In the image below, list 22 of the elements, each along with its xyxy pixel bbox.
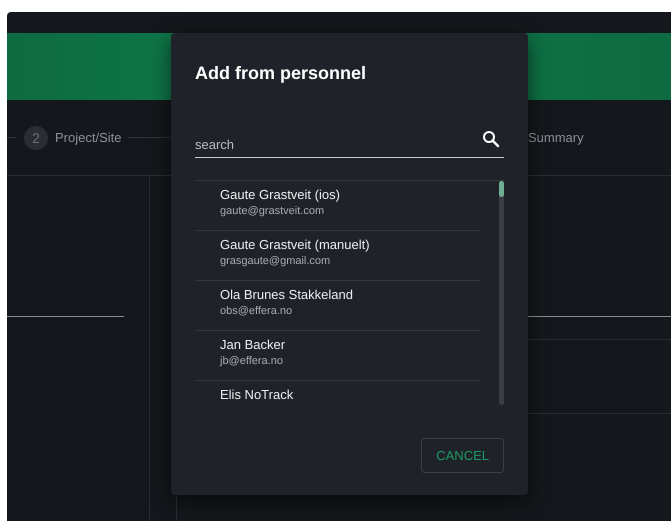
person-email: grasgaute@gmail.com xyxy=(220,255,332,267)
person-name: Jan Backer xyxy=(220,337,286,352)
person-name: Gaute Grastveit (manuelt) xyxy=(220,237,371,252)
person-name: Ola Brunes Stakkeland xyxy=(220,287,354,302)
person-item[interactable]: Gaute Grastveit (manuelt) grasgaute@gmail.com xyxy=(195,231,480,281)
person-item[interactable]: Gaute Grastveit (ios) gaute@grastveit.com xyxy=(195,181,480,231)
person-name: Gaute Grastveit (ios) xyxy=(220,187,341,202)
step-label[interactable]: Project/Site xyxy=(55,130,122,145)
person-email: gaute@grastveit.com xyxy=(220,205,326,217)
dialog-title: Add from personnel xyxy=(195,63,368,84)
person-item[interactable]: Jan Backer jb@effera.no xyxy=(195,331,480,381)
search-icon[interactable] xyxy=(482,130,500,148)
person-name: Elis NoTrack xyxy=(220,387,294,402)
person-email: jb@effera.no xyxy=(220,355,284,367)
person-item[interactable]: Ola Brunes Stakkeland obs@effera.no xyxy=(195,281,480,331)
scrollbar[interactable] xyxy=(499,181,504,405)
step-number: 2 xyxy=(24,126,48,150)
search-field[interactable]: search xyxy=(195,124,504,158)
cancel-button[interactable]: CANCEL xyxy=(421,438,504,473)
person-email: obs@effera.no xyxy=(220,305,294,317)
person-item[interactable]: Elis NoTrack xyxy=(195,381,480,405)
step-label[interactable]: Summary xyxy=(528,130,584,145)
